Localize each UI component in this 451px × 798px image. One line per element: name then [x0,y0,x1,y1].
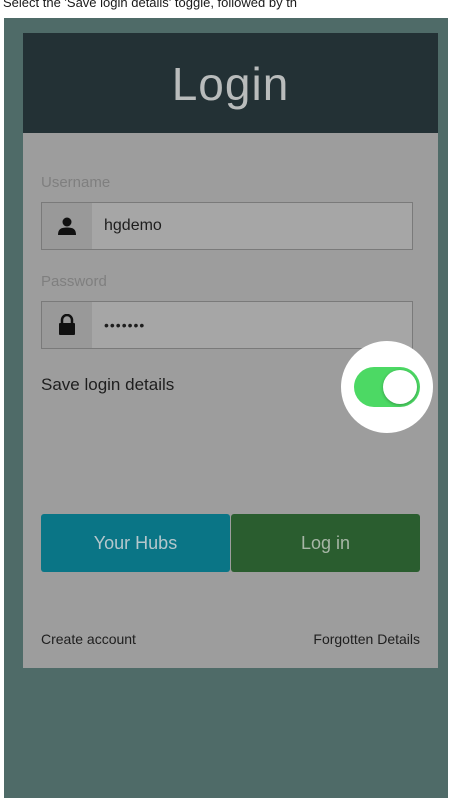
login-header: Login [23,33,438,133]
your-hubs-button[interactable]: Your Hubs [41,514,230,572]
forgotten-details-link[interactable]: Forgotten Details [313,631,420,647]
instruction-caption: Select the 'Save login details' toggle, … [3,0,298,10]
username-value: hgdemo [104,217,162,234]
save-login-label: Save login details [41,375,175,394]
log-in-button[interactable]: Log in [231,514,420,572]
lock-icon [42,302,92,348]
username-label: Username [41,174,111,191]
password-value: ••••••• [104,317,146,333]
username-field[interactable]: hgdemo [41,202,413,250]
toggle-knob [383,370,417,404]
app-screen: Login Username hgdemo Password ••••••• S [4,18,448,798]
save-login-toggle[interactable] [354,367,420,407]
password-label: Password [41,273,107,290]
password-field[interactable]: ••••••• [41,301,413,349]
login-card: Login Username hgdemo Password ••••••• S [23,33,438,668]
create-account-link[interactable]: Create account [41,631,136,647]
user-icon [42,203,92,249]
page-title: Login [171,58,290,110]
